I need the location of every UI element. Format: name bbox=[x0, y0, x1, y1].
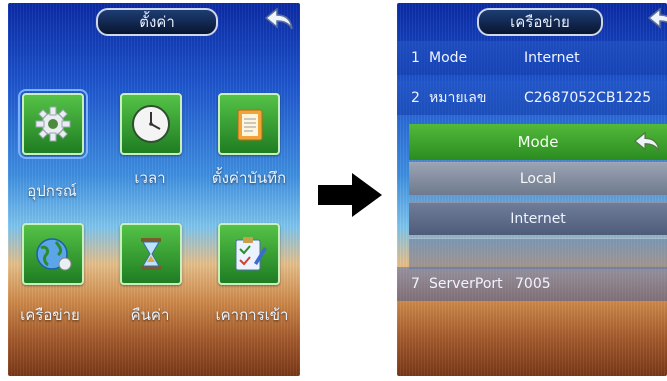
row-name: ServerPort bbox=[429, 276, 503, 292]
notebook-icon bbox=[237, 109, 263, 141]
option-local[interactable]: Local bbox=[409, 162, 667, 195]
settings-title: ตั้งค่า bbox=[96, 8, 218, 36]
settings-screen: ตั้งค่า อุปกรณ์ เวลา ตั้งค่าบันทึก เครือ… bbox=[8, 3, 300, 376]
network-settings-button[interactable] bbox=[22, 223, 84, 285]
row-name: หมายเลข bbox=[429, 90, 487, 106]
clipboard-icon bbox=[235, 237, 267, 271]
time-settings-button[interactable] bbox=[120, 93, 182, 155]
record-settings-label: ตั้งค่าบันทึก bbox=[211, 169, 287, 187]
row-number: 1 bbox=[411, 50, 420, 66]
network-globe-icon bbox=[36, 238, 72, 271]
access-settings-button[interactable] bbox=[218, 223, 280, 285]
clock-icon bbox=[132, 105, 170, 143]
mode-popup: Mode Local Internet bbox=[409, 124, 667, 272]
row-value: 7005 bbox=[515, 276, 551, 292]
network-title: เครือข่าย bbox=[477, 8, 603, 36]
restore-label: คืนค่า bbox=[130, 306, 170, 324]
arrow-right-icon bbox=[318, 173, 382, 217]
list-item-server-port[interactable]: 7 ServerPort 7005 bbox=[397, 267, 667, 301]
back-arrow-icon[interactable] bbox=[647, 6, 667, 32]
row-number: 7 bbox=[411, 276, 420, 292]
back-arrow-icon[interactable] bbox=[633, 129, 661, 155]
row-value: Internet bbox=[524, 50, 580, 66]
access-label: เคาการเข้า bbox=[215, 306, 289, 324]
list-item-number[interactable]: 2 หมายเลข C2687052CB1225 bbox=[397, 81, 667, 115]
row-name: Mode bbox=[429, 50, 468, 66]
device-label: อุปกรณ์ bbox=[27, 182, 77, 200]
option-empty[interactable] bbox=[409, 238, 667, 269]
network-label: เครือข่าย bbox=[20, 306, 80, 324]
list-item-mode[interactable]: 1 Mode Internet bbox=[397, 41, 667, 75]
record-settings-button[interactable] bbox=[218, 93, 280, 155]
row-value: C2687052CB1225 bbox=[524, 90, 652, 106]
network-screen: เครือข่าย 1 Mode Internet 2 หมายเลข C268… bbox=[397, 3, 667, 376]
back-arrow-icon[interactable] bbox=[264, 6, 294, 32]
time-label: เวลา bbox=[134, 169, 166, 187]
option-internet[interactable]: Internet bbox=[409, 202, 667, 235]
device-settings-button[interactable] bbox=[18, 89, 88, 159]
gear-icon bbox=[35, 106, 71, 142]
hourglass-icon bbox=[141, 238, 161, 270]
row-number: 2 bbox=[411, 90, 420, 106]
popup-title: Mode bbox=[409, 124, 667, 160]
restore-button[interactable] bbox=[120, 223, 182, 285]
